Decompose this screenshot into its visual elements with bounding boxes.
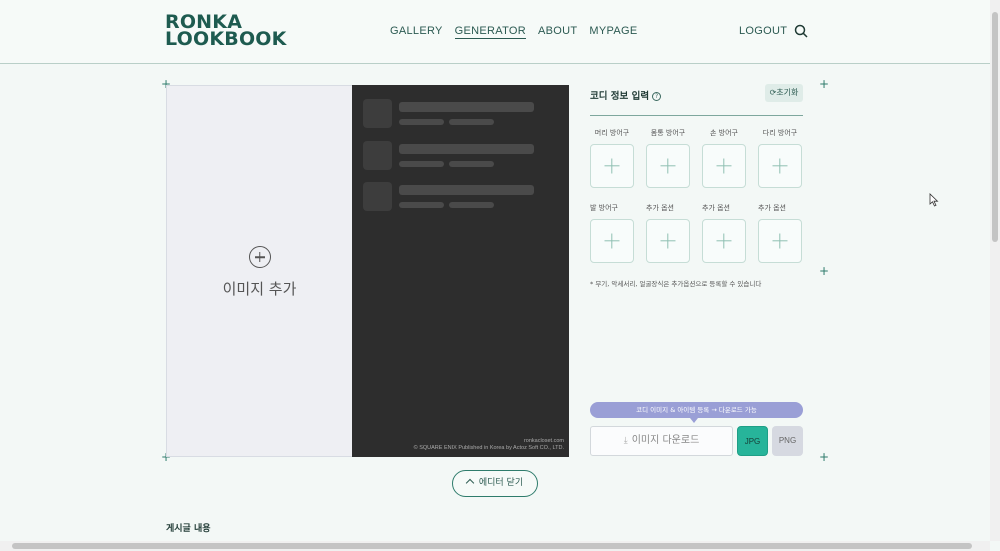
slot-label-head: 머리 방어구 [594, 129, 630, 137]
close-editor-button[interactable]: 에디터 닫기 [452, 470, 538, 497]
corner-plus-icon: + [819, 264, 830, 278]
slot-label-extra-2: 추가 옵션 [702, 204, 730, 212]
logo-line-2: LOOKBOOK [165, 28, 287, 50]
slot-feet-add-button[interactable] [590, 219, 634, 263]
reset-label: 초기화 [776, 88, 799, 97]
image-download-button[interactable]: ⤓ 이미지 다운로드 [590, 426, 733, 456]
slot-legs-add-button[interactable] [758, 144, 802, 188]
nav-generator[interactable]: GENERATOR [454, 25, 527, 39]
format-jpg-button[interactable]: JPG [737, 426, 768, 456]
close-editor-label: 에디터 닫기 [478, 478, 524, 488]
nav-mypage[interactable]: MYPAGE [589, 25, 637, 39]
format-png-button[interactable]: PNG [772, 426, 803, 456]
credit-site: ronkacloset.com [523, 438, 564, 444]
add-image-label: 이미지 추가 [222, 280, 297, 298]
search-icon[interactable] [794, 24, 808, 38]
slot-label-extra-1: 추가 옵션 [646, 204, 674, 212]
help-icon[interactable]: ? [652, 92, 662, 101]
slot-label-hands: 손 방어구 [710, 129, 738, 137]
vertical-scroll-thumb[interactable] [992, 12, 998, 242]
credit-copyright: © SQUARE ENIX Published in Korea by Acto… [413, 445, 564, 451]
slot-label-feet: 발 방어구 [590, 204, 618, 212]
site-header: RONKA LOOKBOOK GALLERY GENERATOR ABOUT M… [0, 0, 990, 64]
post-content-heading: 게시글 내용 [166, 524, 211, 534]
slot-head-add-button[interactable] [590, 144, 634, 188]
slot-extra-1-add-button[interactable] [646, 219, 690, 263]
divider [590, 115, 803, 116]
slot-extra-2-add-button[interactable] [702, 219, 746, 263]
add-image-button[interactable]: 이미지 추가 [167, 246, 352, 299]
info-title-text: 코디 정보 입력 [590, 91, 650, 102]
skeleton-row [363, 141, 563, 171]
slot-body-add-button[interactable] [646, 144, 690, 188]
info-title: 코디 정보 입력? [590, 88, 662, 102]
image-upload-panel[interactable]: 이미지 추가 [166, 85, 353, 457]
nav-about[interactable]: ABOUT [538, 25, 577, 39]
skeleton-row [363, 182, 563, 212]
slot-label-body: 몸통 방어구 [650, 129, 686, 137]
add-circle-icon [248, 246, 271, 268]
main-nav: GALLERY GENERATOR ABOUT MYPAGE [390, 25, 637, 39]
logout-link[interactable]: LOGOUT [739, 25, 787, 37]
corner-plus-icon: + [819, 450, 830, 464]
horizontal-scroll-thumb[interactable] [12, 543, 972, 549]
chevron-up-icon [465, 478, 475, 488]
slot-hands-add-button[interactable] [702, 144, 746, 188]
credit-text: ronkacloset.com © SQUARE ENIX Published … [414, 438, 564, 452]
corner-plus-icon: + [819, 77, 830, 91]
slot-extra-3-add-button[interactable] [758, 219, 802, 263]
nav-gallery[interactable]: GALLERY [390, 25, 443, 39]
download-icon: ⤓ [623, 436, 628, 446]
lookbook-preview-panel: ronkacloset.com © SQUARE ENIX Published … [352, 85, 569, 457]
download-tip-tooltip: 코디 이미지 & 아이템 등록 → 다운로드 가능 [590, 402, 803, 423]
reset-button[interactable]: ⟳초기화 [765, 84, 803, 102]
slot-label-legs: 다리 방어구 [762, 129, 798, 137]
vertical-scrollbar[interactable] [990, 0, 1000, 541]
skeleton-row [363, 99, 563, 129]
slot-label-extra-3: 추가 옵션 [758, 204, 786, 212]
slot-note: * 무기, 악세서리, 얼굴장식은 추가옵션으로 등록할 수 있습니다 [590, 280, 762, 288]
mouse-cursor-icon [929, 193, 939, 207]
horizontal-scrollbar[interactable] [0, 541, 990, 551]
logo[interactable]: RONKA LOOKBOOK [165, 13, 287, 50]
download-label: 이미지 다운로드 [631, 435, 700, 446]
